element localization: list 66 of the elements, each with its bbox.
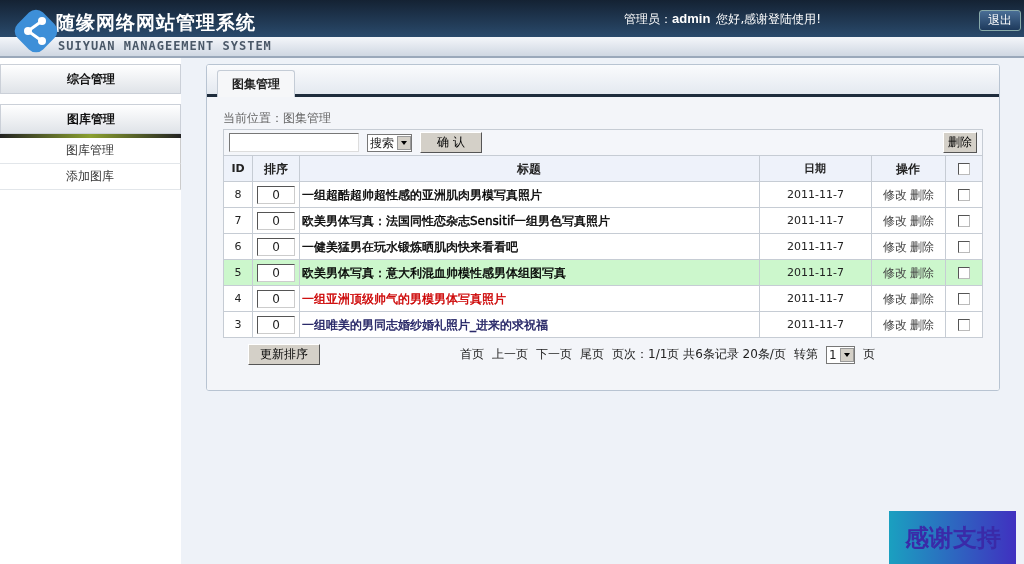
row-checkbox[interactable] bbox=[958, 319, 970, 331]
order-field[interactable]: 0 bbox=[257, 263, 295, 282]
site-title: 随缘网络网站管理系统 bbox=[56, 10, 256, 35]
column-header: 日期 bbox=[759, 155, 872, 182]
select-all-checkbox[interactable] bbox=[958, 163, 970, 175]
page-suffix: 页 bbox=[862, 346, 875, 363]
column-header: 操作 bbox=[871, 155, 946, 182]
order-field[interactable]: 0 bbox=[257, 185, 295, 204]
delete-link[interactable]: 删除 bbox=[910, 187, 935, 202]
edit-link[interactable]: 修改 bbox=[882, 265, 907, 280]
row-checkbox[interactable] bbox=[958, 189, 970, 201]
user-name: admin bbox=[672, 11, 711, 26]
edit-link[interactable]: 修改 bbox=[882, 239, 907, 254]
delete-link[interactable]: 删除 bbox=[910, 265, 935, 280]
pager-link[interactable]: 上一页 bbox=[492, 346, 528, 363]
delete-link[interactable]: 删除 bbox=[910, 239, 935, 254]
column-header: ID bbox=[223, 155, 253, 182]
table-cell: 8 bbox=[223, 181, 253, 208]
pager-link[interactable]: 尾页 bbox=[580, 346, 604, 363]
table-cell: 2011-11-7 bbox=[759, 207, 872, 234]
pager-link[interactable]: 下一页 bbox=[536, 346, 572, 363]
delete-link[interactable]: 删除 bbox=[910, 317, 935, 332]
page-info: 页次：1/1页 共6条记录 20条/页 bbox=[612, 346, 786, 363]
tab[interactable]: 图集管理 bbox=[217, 70, 295, 97]
row-checkbox[interactable] bbox=[958, 267, 970, 279]
table-cell: 4 bbox=[223, 285, 253, 312]
order-field[interactable]: 0 bbox=[257, 237, 295, 256]
edit-link[interactable]: 修改 bbox=[882, 213, 907, 228]
edit-link[interactable]: 修改 bbox=[882, 291, 907, 306]
table-cell: 5 bbox=[223, 259, 253, 286]
pager-link[interactable]: 首页 bbox=[460, 346, 484, 363]
table-cell: 2011-11-7 bbox=[759, 285, 872, 312]
order-field[interactable]: 0 bbox=[257, 315, 295, 334]
delete-button[interactable]: 删除 bbox=[943, 132, 977, 153]
sidebar-section[interactable]: 图库管理 bbox=[0, 104, 181, 134]
admin-label: 管理员： bbox=[624, 12, 673, 26]
order-field[interactable]: 0 bbox=[257, 211, 295, 230]
goto-label: 转第 bbox=[793, 346, 818, 363]
row-checkbox[interactable] bbox=[958, 241, 970, 253]
update-order-button[interactable]: 更新排序 bbox=[248, 344, 320, 365]
edit-link[interactable]: 修改 bbox=[882, 317, 907, 332]
table-cell: 2011-11-7 bbox=[759, 259, 872, 286]
table-cell: 2011-11-7 bbox=[759, 181, 872, 208]
table-cell: 7 bbox=[223, 207, 253, 234]
delete-link[interactable]: 删除 bbox=[910, 291, 935, 306]
table-cell: 3 bbox=[223, 311, 253, 338]
table-cell: 2011-11-7 bbox=[759, 233, 872, 260]
table-cell: 6 bbox=[223, 233, 253, 260]
column-header: 标题 bbox=[299, 155, 760, 182]
welcome-text: 您好,感谢登陆使用! bbox=[716, 12, 821, 26]
site-subtitle: SUIYUAN MANAGEEMENT SYSTEM bbox=[58, 39, 272, 53]
page-select[interactable]: 1 bbox=[825, 345, 855, 364]
sidebar-section[interactable]: 综合管理 bbox=[0, 64, 181, 94]
row-checkbox[interactable] bbox=[958, 293, 970, 305]
delete-link[interactable]: 删除 bbox=[910, 213, 935, 228]
row-checkbox[interactable] bbox=[958, 215, 970, 227]
breadcrumb: 当前位置：图集管理 bbox=[223, 110, 332, 127]
dropdown-icon bbox=[839, 347, 854, 362]
search-select[interactable]: 搜索 bbox=[367, 133, 412, 152]
edit-link[interactable]: 修改 bbox=[882, 187, 907, 202]
dropdown-icon bbox=[397, 135, 411, 150]
table-cell: 2011-11-7 bbox=[759, 311, 872, 338]
order-field[interactable]: 0 bbox=[257, 289, 295, 308]
search-field[interactable] bbox=[229, 133, 359, 152]
confirm-button[interactable]: 确 认 bbox=[420, 132, 482, 153]
logout-button[interactable]: 退出 bbox=[979, 10, 1021, 31]
